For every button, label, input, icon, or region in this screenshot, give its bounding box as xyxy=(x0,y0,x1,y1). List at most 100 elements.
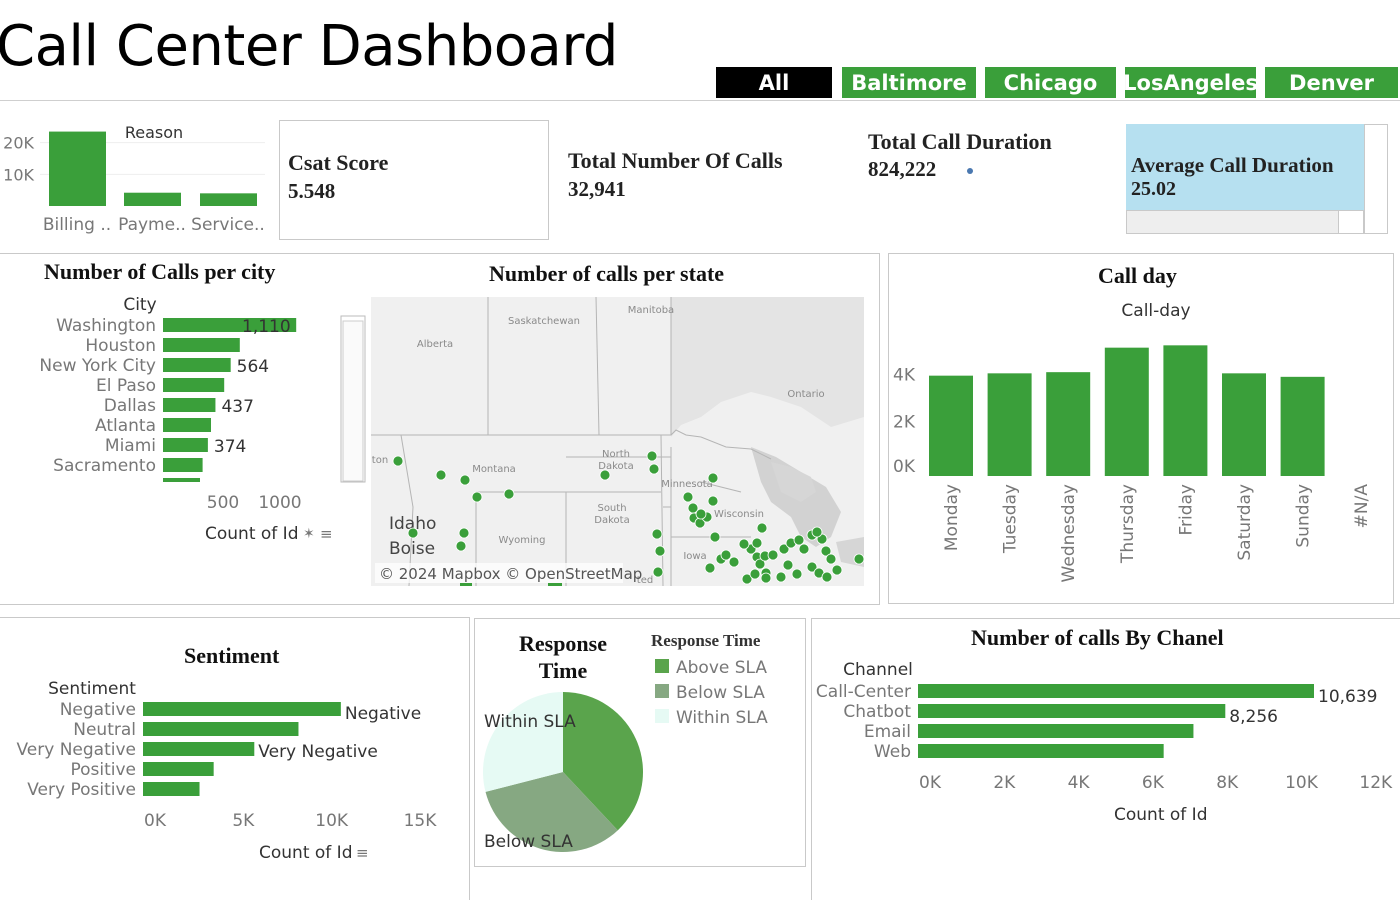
filter-button-baltimore[interactable]: Baltimore xyxy=(840,65,978,100)
call-day-ytick: 2K xyxy=(893,412,916,432)
city-bar xyxy=(163,438,208,452)
channel-axis-title: Channel xyxy=(843,660,913,680)
city-bar xyxy=(163,458,203,472)
map-point xyxy=(798,543,810,555)
map-point xyxy=(435,469,447,481)
map-title: Number of calls per state xyxy=(489,261,725,286)
filter-button-chicago[interactable]: Chicago xyxy=(983,65,1118,100)
city-xtick: 500 xyxy=(207,493,239,513)
reason-xtick: Service.. xyxy=(191,215,265,235)
filter-button-all[interactable]: All xyxy=(714,65,834,100)
call-day-xtick: Thursday xyxy=(1118,484,1138,564)
city-bar xyxy=(163,418,211,432)
call-day-subtitle: Call-day xyxy=(1121,301,1190,321)
city-bar xyxy=(163,378,225,392)
channel-label: Chatbot xyxy=(843,702,911,722)
map-point xyxy=(720,549,732,561)
map-label-north-dakota-1: North xyxy=(602,449,630,460)
filter-button-losangeles[interactable]: LosAngeles xyxy=(1123,65,1258,100)
reason-ytick: 20K xyxy=(3,134,34,153)
sentiment-title: Sentiment xyxy=(184,643,280,668)
calls-by-channel-chart: ChannelCall-Center 10,639 Chatbot 8,256 Emai… xyxy=(816,660,1393,825)
avg-duration-scrollbar[interactable] xyxy=(1364,124,1388,234)
reason-axis-title: Reason xyxy=(125,123,183,142)
map-label-wisconsin: Wisconsin xyxy=(714,509,764,520)
reason-bar xyxy=(49,131,106,206)
map-point xyxy=(853,553,864,565)
call-day-bar xyxy=(987,373,1032,476)
calls-per-city-chart: CityWashington 1,110 HoustonNew York City 5… xyxy=(39,295,366,544)
map-label-saskatchewan: Saskatchewan xyxy=(508,316,580,327)
map-point xyxy=(825,553,837,565)
sentiment-bar xyxy=(143,702,341,716)
reason-xtick: Billing .. xyxy=(43,215,111,235)
calls-per-state-map[interactable]: Saskatchewan Alberta Manitoba Ontario North D… xyxy=(371,297,864,586)
channel-label: Call-Center xyxy=(816,682,911,702)
filter-button-denver[interactable]: Denver xyxy=(1263,65,1400,100)
response-time-pie: Within SLA Below SLA Response Time Above SL… xyxy=(483,631,768,852)
channel-xaxis-title: Count of Id xyxy=(1114,805,1207,825)
sentiment-xaxis-title: Count of Id xyxy=(259,843,352,863)
channel-label: Email xyxy=(864,722,911,742)
map-point xyxy=(793,534,805,546)
map-point-cut xyxy=(548,583,562,586)
channel-xtick: 12K xyxy=(1359,773,1393,793)
call-day-bar xyxy=(1104,347,1149,476)
channel-bar xyxy=(918,684,1314,698)
sentiment-chart: SentimentNegative NegativeNeutralVery Neg… xyxy=(16,679,437,863)
channel-bar xyxy=(918,724,1194,738)
map-point xyxy=(648,463,660,475)
map-point xyxy=(751,537,763,549)
channel-xtick: 4K xyxy=(1068,773,1091,793)
sentiment-label: Positive xyxy=(70,760,136,780)
city-xaxis-title: Count of Id xyxy=(205,524,298,544)
map-point xyxy=(695,508,707,520)
map-label-wyoming: Wyoming xyxy=(499,535,546,546)
map-label-montana: Montana xyxy=(472,464,516,475)
map-point xyxy=(459,474,471,486)
map-label-south-dakota-1: South xyxy=(597,503,626,514)
map-point xyxy=(749,568,761,580)
call-day-xtick: Saturday xyxy=(1235,484,1255,561)
map-point xyxy=(599,469,611,481)
city-data-label: 1,110 xyxy=(242,317,291,337)
map-point xyxy=(646,450,658,462)
map-label-ontario: Ontario xyxy=(787,389,824,400)
map-label-boise: Boise xyxy=(389,539,435,559)
channel-label: Web xyxy=(874,742,911,762)
reason-ytick: 10K xyxy=(3,165,34,184)
map-point xyxy=(407,527,419,539)
sentiment-label: Negative xyxy=(60,700,136,720)
map-point xyxy=(782,559,794,571)
map-point xyxy=(654,545,666,557)
avg-duration-hscrollbar[interactable] xyxy=(1126,210,1364,234)
map-point xyxy=(707,472,719,484)
map-point xyxy=(652,566,664,578)
call-day-bar xyxy=(1046,372,1091,476)
call-day-bar xyxy=(1222,373,1266,476)
map-label-south-dakota-2: Dakota xyxy=(594,515,629,526)
avg-duration-value: 25.02 xyxy=(1131,178,1176,200)
sentiment-label: Very Negative xyxy=(16,740,136,760)
channel-bar xyxy=(918,704,1226,718)
call-day-bar xyxy=(1280,376,1325,476)
header-divider xyxy=(0,100,1400,101)
city-data-label: 374 xyxy=(214,437,246,457)
city-scroll-thumb xyxy=(342,320,364,482)
map-attribution: © 2024 Mapbox © OpenStreetMap xyxy=(379,565,642,583)
city-label: Sacramento xyxy=(53,456,156,476)
legend-item: Within SLA xyxy=(676,708,768,728)
duration-dot-marker xyxy=(967,168,973,174)
city-label: Miami xyxy=(105,436,156,456)
map-point xyxy=(704,562,716,574)
city-label: Washington xyxy=(56,316,156,336)
map-point xyxy=(709,531,721,543)
call-day-xtick: #N/A xyxy=(1352,484,1372,529)
total-calls-label: Total Number Of Calls xyxy=(568,148,783,173)
map-label-alberta: Alberta xyxy=(417,339,453,350)
sentiment-data-label: Negative xyxy=(345,704,421,724)
city-label: Atlanta xyxy=(95,416,156,436)
legend-item: Above SLA xyxy=(676,658,767,678)
map-point xyxy=(471,491,483,503)
reason-bar xyxy=(200,193,257,206)
